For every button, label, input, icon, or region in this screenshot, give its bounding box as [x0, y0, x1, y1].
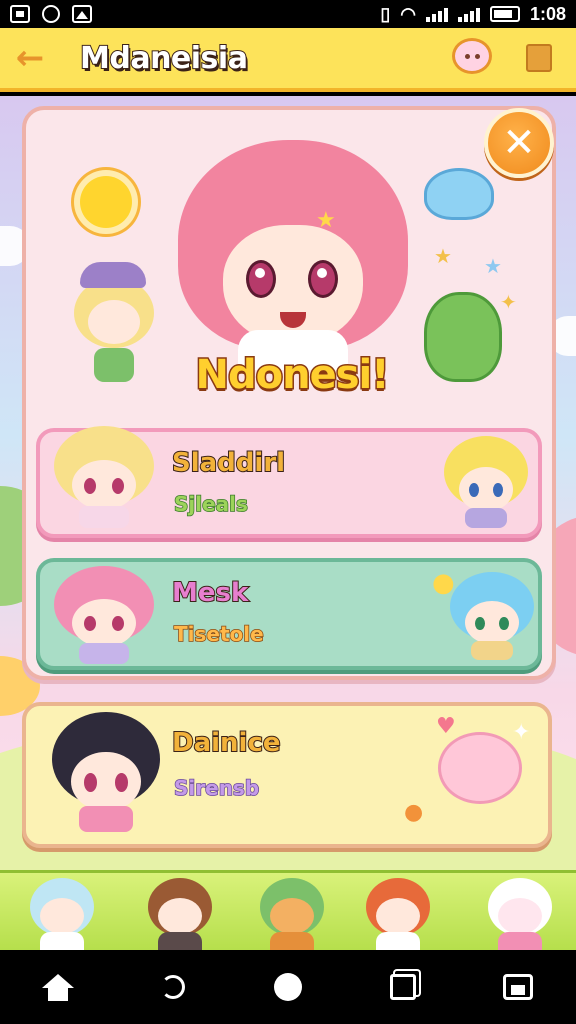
strip-character[interactable]: [358, 873, 438, 950]
sparkle-icon: ✦: [512, 720, 531, 745]
card-title: Sladdirl: [171, 447, 286, 479]
heart-icon: ♥: [436, 714, 456, 739]
star-icon: ★: [484, 254, 502, 278]
character-card-1[interactable]: Sladdirl Sjleals: [36, 426, 542, 538]
app-header: ← Mdaneisia: [0, 28, 576, 92]
avatar: [52, 712, 160, 833]
image-icon: [72, 5, 92, 23]
circle-home-icon: [273, 973, 302, 1001]
strip-character[interactable]: [480, 873, 560, 950]
card-subtitle: Sirensb: [173, 775, 260, 801]
avatar: [444, 436, 528, 528]
notification-icon: [10, 5, 30, 23]
menu-grid-button[interactable]: [488, 957, 548, 1017]
strip-character[interactable]: [22, 873, 102, 950]
status-bar: ▯ ◠ 1:08: [0, 0, 576, 28]
card-title: Dainice: [171, 727, 282, 759]
back-icon: [160, 975, 185, 999]
banner-title: Ndonesi!: [194, 351, 391, 400]
arrow-left-icon: ←: [15, 38, 45, 78]
close-button[interactable]: ✕: [484, 108, 554, 178]
menu-grid-icon: [503, 974, 534, 1000]
chat-button[interactable]: [452, 38, 492, 74]
pink-blob-icon: [438, 732, 522, 804]
character-strip: [0, 870, 576, 950]
recent-apps-icon: [390, 974, 417, 1000]
back-nav-button[interactable]: [143, 957, 203, 1017]
critter-icon: ●: [404, 800, 424, 825]
wifi-icon: ◠: [400, 3, 416, 24]
signal-icon: [425, 6, 448, 22]
sun-icon: [80, 176, 132, 228]
card-subtitle: Sjleals: [173, 491, 248, 517]
strip-character[interactable]: [140, 873, 220, 950]
status-time: 1:08: [529, 3, 566, 24]
star-icon: ★: [434, 244, 452, 268]
card-title: Mesk: [171, 577, 249, 609]
circle-home-button[interactable]: [258, 957, 318, 1017]
avatar: [450, 572, 534, 660]
back-button[interactable]: ←: [0, 26, 60, 90]
hero-character: ★: [168, 130, 418, 370]
navigation-bar: [0, 950, 576, 1024]
strip-character[interactable]: [252, 873, 332, 950]
green-slime-icon: [424, 292, 502, 382]
blue-slime-icon: [424, 168, 494, 220]
home-button[interactable]: [28, 957, 88, 1017]
balloon-icon: ●: [432, 568, 455, 598]
avatar: [54, 426, 154, 528]
close-icon: ✕: [502, 120, 536, 166]
character-card-2[interactable]: Mesk Tisetole ●: [36, 558, 542, 670]
book-button[interactable]: [526, 44, 552, 72]
vibrate-icon: ▯: [380, 3, 391, 24]
signal-icon-2: [457, 6, 480, 22]
page-title: Mdaneisia: [79, 40, 249, 77]
home-icon: [41, 974, 74, 1001]
mini-character: [66, 262, 162, 388]
battery-icon: [489, 6, 520, 22]
recent-apps-button[interactable]: [373, 957, 433, 1017]
avatar: [54, 566, 154, 664]
star-icon: ✦: [500, 290, 517, 314]
settings-icon: [42, 5, 60, 23]
card-subtitle: Tisetole: [173, 621, 264, 647]
